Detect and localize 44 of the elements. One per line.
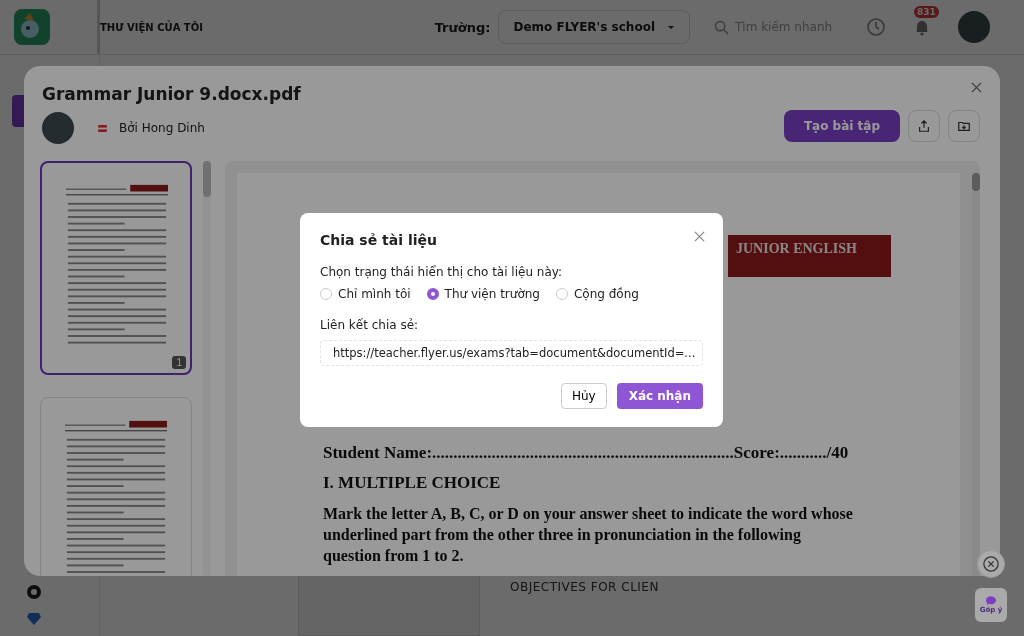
instruction-text: Mark the letter A, B, C, or D on your answer sheet to indicate the word whose underlined part from the other three in pronunciation in the following question from 1 to 2. — [323, 504, 853, 566]
author-avatar — [42, 112, 74, 144]
scrollbar-thumb[interactable] — [203, 161, 211, 197]
close-icon[interactable] — [694, 231, 705, 242]
school-dropdown[interactable]: Demo FLYER's school — [498, 10, 690, 44]
notification-badge: 831 — [914, 6, 939, 18]
close-icon[interactable] — [971, 82, 982, 93]
close-icon — [983, 556, 999, 572]
share-link-label: Liên kết chia sẻ: — [320, 318, 420, 332]
school-label: Trường: — [434, 19, 491, 35]
page-thumbnail[interactable]: 1 — [40, 161, 192, 375]
share-link-field[interactable]: https://teacher.flyer.us/exams?tab=document&documentId=... — [320, 340, 703, 366]
scrollbar-thumb[interactable] — [972, 173, 980, 191]
caret-icon — [667, 24, 675, 30]
cancel-button[interactable]: Hủy — [560, 383, 607, 409]
folder-download-icon — [957, 119, 971, 133]
page-number: 1 — [172, 356, 186, 369]
page-banner: JUNIOR ENGLISH — [728, 235, 891, 277]
page-thumbnail[interactable] — [40, 397, 192, 576]
create-exercise-button[interactable]: Tạo bài tập — [783, 110, 900, 142]
visibility-option[interactable]: Thư viện trường — [426, 287, 540, 301]
app-logo-icon[interactable] — [14, 9, 50, 45]
author-name: Bởi Hong Dinh — [119, 121, 205, 135]
share-button[interactable] — [908, 110, 940, 142]
page-title: THƯ VIỆN CỦA TÔI — [100, 21, 203, 33]
history-icon[interactable] — [866, 17, 886, 37]
gem-icon[interactable] — [26, 610, 42, 626]
section-heading: OBJECTIVES FOR CLIEN — [510, 580, 659, 594]
confirm-button[interactable]: Xác nhận — [616, 383, 703, 409]
user-avatar[interactable] — [958, 11, 990, 43]
visibility-prompt: Chọn trạng thái hiển thị cho tài liệu này: — [320, 265, 564, 279]
student-name-line: Student Name:....................................................................... — [323, 443, 734, 463]
chat-bubble-icon — [985, 596, 997, 606]
circle-icon[interactable] — [26, 584, 42, 600]
visibility-option[interactable]: Cộng đồng — [555, 287, 639, 301]
flag-icon — [98, 124, 107, 132]
visibility-option[interactable]: Chỉ mình tôi — [320, 287, 411, 301]
dialog-title: Chia sẻ tài liệu — [320, 232, 437, 248]
score-line: Score:.........../40 — [733, 443, 849, 463]
document-title: Grammar Junior 9.docx.pdf — [42, 84, 301, 104]
section-heading: I. MULTIPLE CHOICE — [323, 473, 502, 493]
upload-icon — [917, 119, 931, 133]
download-button[interactable] — [948, 110, 980, 142]
search-icon — [714, 19, 729, 35]
